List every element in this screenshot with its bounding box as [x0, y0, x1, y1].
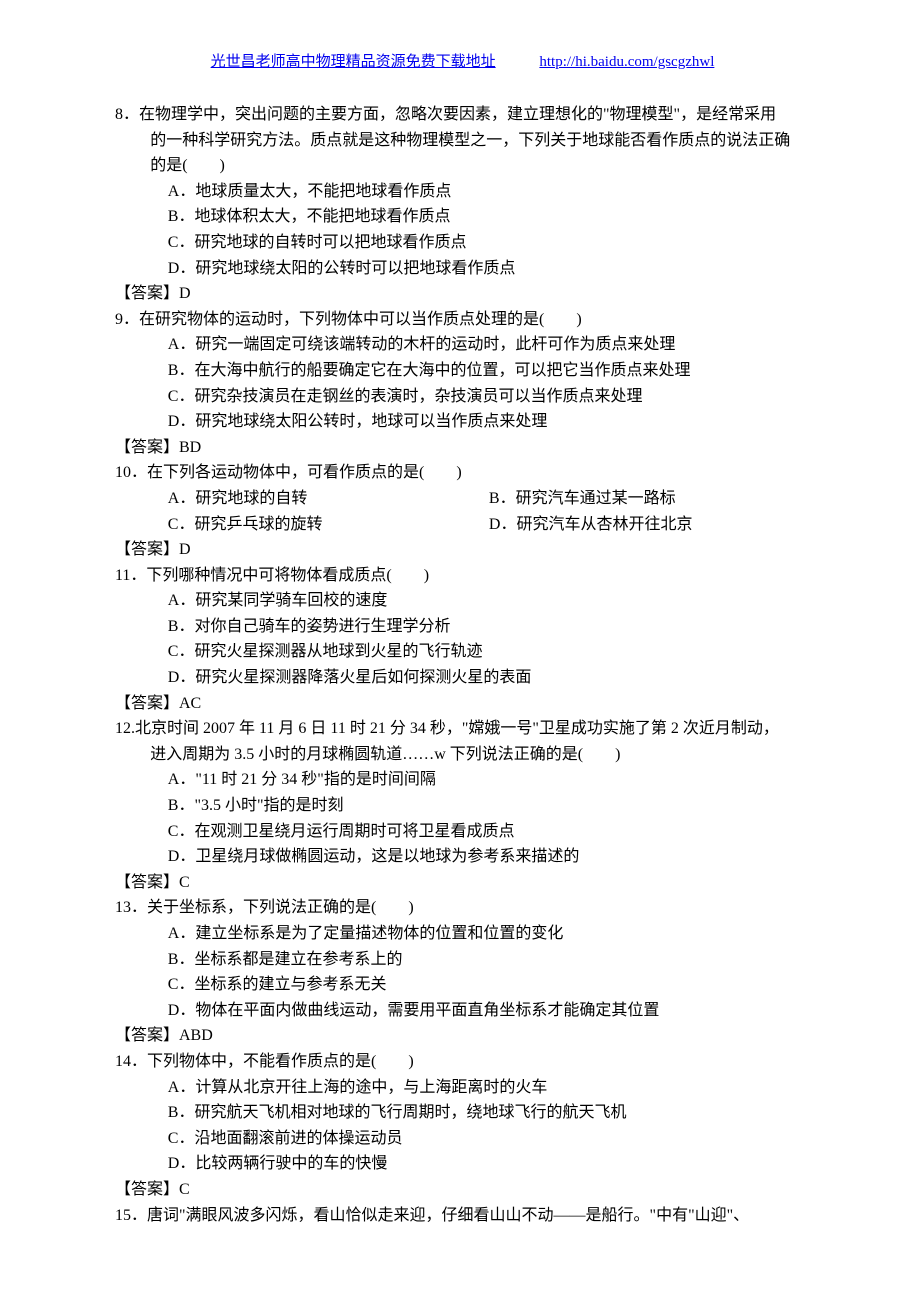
q14-option-c: C．沿地面翻滚前进的体操运动员: [115, 1126, 810, 1152]
question-14: 14．下列物体中，不能看作质点的是( ) A．计算从北京开往上海的途中，与上海距…: [115, 1049, 810, 1203]
q10-option-row-2: C．研究乒乓球的旋转 D．研究汽车从杏林开往北京: [115, 512, 810, 538]
q11-option-a: A．研究某同学骑车回校的速度: [115, 588, 810, 614]
q8-stem-l1: 8．在物理学中，突出问题的主要方面，忽略次要因素，建立理想化的"物理模型"，是经…: [115, 102, 810, 128]
q10-option-c: C．研究乒乓球的旋转: [168, 512, 489, 538]
question-15: 15．唐词"满眼风波多闪烁，看山恰似走来迎，仔细看山山不动——是船行。"中有"山…: [115, 1203, 810, 1229]
q14-option-a: A．计算从北京开往上海的途中，与上海距离时的火车: [115, 1075, 810, 1101]
q8-option-a: A．地球质量太大，不能把地球看作质点: [115, 179, 810, 205]
q10-answer: 【答案】D: [115, 537, 810, 563]
q10-option-a: A．研究地球的自转: [168, 486, 489, 512]
document-page: 光世昌老师高中物理精品资源免费下载地址 http://hi.baidu.com/…: [0, 0, 920, 1302]
question-11: 11．下列哪种情况中可将物体看成质点( ) A．研究某同学骑车回校的速度 B．对…: [115, 563, 810, 717]
q9-option-a: A．研究一端固定可绕该端转动的木杆的运动时，此杆可作为质点来处理: [115, 332, 810, 358]
q14-stem: 14．下列物体中，不能看作质点的是( ): [115, 1049, 810, 1075]
q14-option-d: D．比较两辆行驶中的车的快慢: [115, 1151, 810, 1177]
q12-option-c: C．在观测卫星绕月运行周期时可将卫星看成质点: [115, 819, 810, 845]
header-title-link[interactable]: 光世昌老师高中物理精品资源免费下载地址: [211, 54, 496, 70]
question-12: 12.北京时间 2007 年 11 月 6 日 11 时 21 分 34 秒，"…: [115, 716, 810, 895]
q12-option-b: B．"3.5 小时"指的是时刻: [115, 793, 810, 819]
q8-option-d: D．研究地球绕太阳的公转时可以把地球看作质点: [115, 256, 810, 282]
q8-stem-l2: 的一种科学研究方法。质点就是这种物理模型之一，下列关于地球能否看作质点的说法正确: [115, 128, 810, 154]
q9-option-c: C．研究杂技演员在走钢丝的表演时，杂技演员可以当作质点来处理: [115, 384, 810, 410]
q9-stem: 9．在研究物体的运动时，下列物体中可以当作质点处理的是( ): [115, 307, 810, 333]
q13-option-b: B．坐标系都是建立在参考系上的: [115, 947, 810, 973]
page-header: 光世昌老师高中物理精品资源免费下载地址 http://hi.baidu.com/…: [115, 50, 810, 74]
question-9: 9．在研究物体的运动时，下列物体中可以当作质点处理的是( ) A．研究一端固定可…: [115, 307, 810, 461]
q12-stem-l1: 12.北京时间 2007 年 11 月 6 日 11 时 21 分 34 秒，"…: [115, 716, 810, 742]
q13-stem: 13．关于坐标系，下列说法正确的是( ): [115, 895, 810, 921]
q10-option-d: D．研究汽车从杏林开往北京: [489, 512, 810, 538]
q11-option-b: B．对你自己骑车的姿势进行生理学分析: [115, 614, 810, 640]
q10-stem: 10．在下列各运动物体中，可看作质点的是( ): [115, 460, 810, 486]
q11-option-d: D．研究火星探测器降落火星后如何探测火星的表面: [115, 665, 810, 691]
question-10: 10．在下列各运动物体中，可看作质点的是( ) A．研究地球的自转 B．研究汽车…: [115, 460, 810, 562]
q9-option-b: B．在大海中航行的船要确定它在大海中的位置，可以把它当作质点来处理: [115, 358, 810, 384]
q9-answer: 【答案】BD: [115, 435, 810, 461]
q8-option-c: C．研究地球的自转时可以把地球看作质点: [115, 230, 810, 256]
q12-option-d: D．卫星绕月球做椭圆运动，这是以地球为参考系来描述的: [115, 844, 810, 870]
q13-option-c: C．坐标系的建立与参考系无关: [115, 972, 810, 998]
q8-option-b: B．地球体积太大，不能把地球看作质点: [115, 204, 810, 230]
q10-option-b: B．研究汽车通过某一路标: [489, 486, 810, 512]
q14-answer: 【答案】C: [115, 1177, 810, 1203]
q10-option-row-1: A．研究地球的自转 B．研究汽车通过某一路标: [115, 486, 810, 512]
q8-answer: 【答案】D: [115, 281, 810, 307]
q13-option-d: D．物体在平面内做曲线运动，需要用平面直角坐标系才能确定其位置: [115, 998, 810, 1024]
q12-stem-l2: 进入周期为 3.5 小时的月球椭圆轨道……w 下列说法正确的是( ): [115, 742, 810, 768]
q11-option-c: C．研究火星探测器从地球到火星的飞行轨迹: [115, 639, 810, 665]
q8-stem-l3: 的是( ): [115, 153, 810, 179]
q14-option-b: B．研究航天飞机相对地球的飞行周期时，绕地球飞行的航天飞机: [115, 1100, 810, 1126]
q11-answer: 【答案】AC: [115, 691, 810, 717]
q13-answer: 【答案】ABD: [115, 1023, 810, 1049]
q15-stem: 15．唐词"满眼风波多闪烁，看山恰似走来迎，仔细看山山不动——是船行。"中有"山…: [115, 1203, 810, 1229]
q13-option-a: A．建立坐标系是为了定量描述物体的位置和位置的变化: [115, 921, 810, 947]
question-13: 13．关于坐标系，下列说法正确的是( ) A．建立坐标系是为了定量描述物体的位置…: [115, 895, 810, 1049]
question-8: 8．在物理学中，突出问题的主要方面，忽略次要因素，建立理想化的"物理模型"，是经…: [115, 102, 810, 307]
q12-option-a: A．"11 时 21 分 34 秒"指的是时间间隔: [115, 767, 810, 793]
header-url-link[interactable]: http://hi.baidu.com/gscgzhwl: [539, 54, 714, 70]
q9-option-d: D．研究地球绕太阳公转时，地球可以当作质点来处理: [115, 409, 810, 435]
q11-stem: 11．下列哪种情况中可将物体看成质点( ): [115, 563, 810, 589]
q12-answer: 【答案】C: [115, 870, 810, 896]
